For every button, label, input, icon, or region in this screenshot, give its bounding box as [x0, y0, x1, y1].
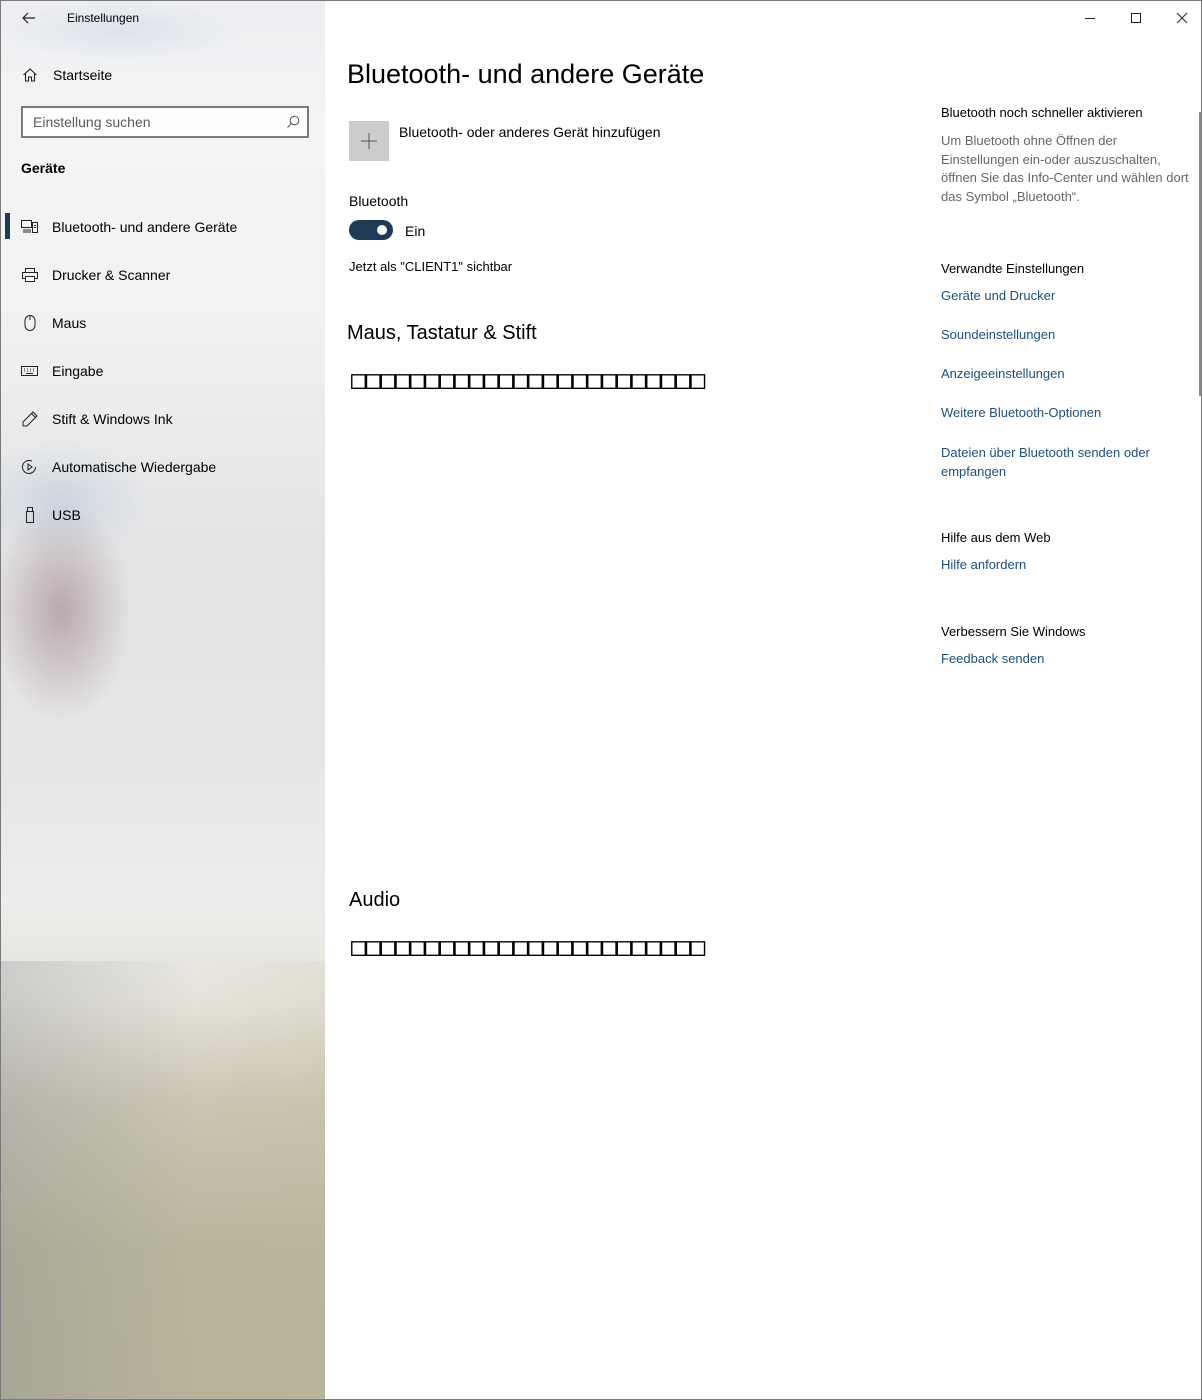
sidebar: Einstellungen Startseite Geräte Blue [1, 1, 325, 1399]
bluetooth-devices-icon [21, 220, 38, 233]
link-send-feedback[interactable]: Feedback senden [941, 650, 1044, 669]
keyboard-icon [21, 366, 38, 376]
close-button[interactable] [1159, 1, 1201, 35]
add-device-label: Bluetooth- oder anderes Gerät hinzufügen [399, 124, 661, 140]
active-indicator [5, 213, 10, 239]
sidebar-item-label: Bluetooth- und andere Geräte [52, 219, 238, 235]
web-help-heading: Hilfe aus dem Web [941, 530, 1051, 545]
search-box [21, 106, 309, 138]
back-button[interactable] [13, 5, 45, 31]
sidebar-item-label: Drucker & Scanner [52, 267, 171, 283]
home-icon [23, 68, 37, 82]
page-title: Bluetooth- und andere Geräte [347, 59, 705, 89]
sidebar-item-label: Startseite [53, 67, 113, 83]
sidebar-item-label: Automatische Wiedergabe [52, 459, 217, 475]
main-content: Bluetooth- und andere Geräte Bluetooth- … [325, 1, 1201, 1399]
mouse-icon [24, 315, 36, 331]
link-get-help[interactable]: Hilfe anfordern [941, 556, 1026, 575]
add-device-button[interactable]: Bluetooth- oder anderes Gerät hinzufügen [349, 121, 909, 161]
toggle-knob [377, 225, 387, 235]
pen-icon [22, 411, 38, 427]
improve-windows-heading: Verbessern Sie Windows [941, 624, 1086, 639]
minimize-button[interactable] [1067, 1, 1113, 35]
link-more-bluetooth-options[interactable]: Weitere Bluetooth-Optionen [941, 404, 1101, 423]
plus-icon [361, 133, 377, 149]
usb-icon [26, 507, 34, 523]
close-icon [1176, 12, 1188, 24]
sidebar-item-label: Eingabe [52, 363, 104, 379]
sidebar-item-label: USB [52, 507, 81, 523]
maximize-button[interactable] [1113, 1, 1159, 35]
bluetooth-label: Bluetooth [349, 193, 409, 209]
scrollbar[interactable] [1199, 112, 1201, 396]
link-display-settings[interactable]: Anzeigeeinstellungen [941, 365, 1065, 384]
link-devices-printers[interactable]: Geräte und Drucker [941, 287, 1055, 306]
sidebar-section-heading: Geräte [21, 160, 66, 176]
search-input[interactable] [23, 108, 273, 136]
link-sound-settings[interactable]: Soundeinstellungen [941, 326, 1055, 345]
quick-bluetooth-heading: Bluetooth noch schneller aktivieren [941, 105, 1143, 120]
app-title: Einstellungen [67, 11, 140, 25]
arrow-left-icon [22, 12, 35, 24]
settings-window: Einstellungen Startseite Geräte Blue [0, 0, 1202, 1400]
sidebar-item-pen[interactable]: Stift & Windows Ink [1, 399, 325, 439]
add-device-tile [349, 121, 389, 161]
sidebar-item-label: Stift & Windows Ink [52, 411, 173, 427]
link-send-receive-files[interactable]: Dateien über Bluetooth senden oder empfa… [941, 444, 1181, 481]
sidebar-item-label: Maus [52, 315, 87, 331]
sidebar-item-mouse[interactable]: Maus [1, 303, 325, 343]
sidebar-item-home[interactable]: Startseite [1, 59, 325, 91]
related-settings-heading: Verwandte Einstellungen [941, 261, 1085, 276]
sidebar-item-bluetooth[interactable]: Bluetooth- und andere Geräte [1, 207, 325, 247]
sidebar-item-printer[interactable]: Drucker & Scanner [1, 255, 325, 295]
search-icon[interactable] [285, 114, 301, 130]
audio-heading: Audio [349, 889, 401, 911]
visible-as-text: Jetzt als "CLIENT1" sichtbar [349, 259, 513, 274]
bluetooth-state: Ein [405, 223, 426, 239]
sidebar-item-usb[interactable]: USB [1, 495, 325, 535]
printer-icon [22, 268, 38, 282]
mouse-keyboard-pen-heading: Maus, Tastatur & Stift [347, 322, 537, 344]
audio-section-placeholder: □□□□□□□□□□□□□□□□□□□□□□□□ [351, 932, 706, 961]
sidebar-item-autoplay[interactable]: Automatische Wiedergabe [1, 447, 325, 487]
autoplay-icon [22, 460, 36, 474]
quick-bluetooth-description: Um Bluetooth ohne Öffnen der Einstellung… [941, 133, 1189, 204]
mouse-section-placeholder: □□□□□□□□□□□□□□□□□□□□□□□□ [351, 365, 706, 394]
maximize-icon [1131, 13, 1141, 23]
bluetooth-toggle[interactable] [349, 220, 393, 240]
sidebar-item-typing[interactable]: Eingabe [1, 351, 325, 391]
minimize-icon [1085, 18, 1095, 19]
